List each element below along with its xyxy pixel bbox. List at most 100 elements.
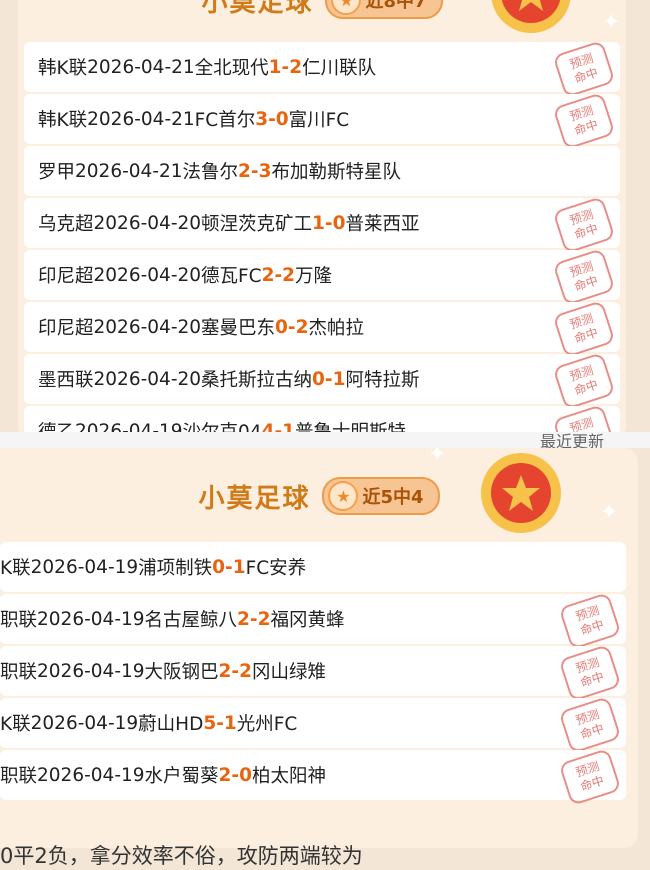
home-score: 0 — [212, 556, 226, 578]
match-row[interactable]: 乌克超 2026-04-20 顿涅茨克矿工 1 - 0 普莱西亚 预测 命中 — [24, 196, 620, 254]
record-badge: ★ 近5中4 — [322, 477, 440, 515]
match-date: 2026-04-19 — [37, 660, 145, 682]
hit-stamp: 预测命中 — [552, 196, 616, 254]
hit-stamp: 预测命中 — [552, 92, 616, 150]
home-score: 1 — [312, 212, 325, 234]
match-row[interactable]: 印尼超 2026-04-20 德瓦FC 2 - 2 万隆 预测 命中 — [24, 248, 620, 306]
record-badge-label: 近8中7 — [365, 0, 427, 12]
home-score: 2 — [238, 160, 251, 182]
match-date: 2026-04-21 — [87, 108, 195, 130]
away-team: 光州FC — [236, 714, 298, 735]
away-team: 福冈黄蜂 — [270, 610, 345, 631]
prediction-card-1: 小莫足球 ★ 近8中7 ✦ 韩K联 2026-04-21 全北现代 1 - 2 仁川… — [18, 0, 626, 440]
score-separator: - — [231, 660, 240, 682]
match-row[interactable]: K联 2026-04-19 浦项制铁 0 - 1 FC安养 — [0, 542, 626, 592]
away-team: 杰帕拉 — [308, 318, 364, 339]
hit-stamp: 预测命中 — [558, 644, 622, 702]
match-date: 2026-04-21 — [87, 56, 195, 78]
star-icon: ★ — [331, 0, 362, 15]
score-separator: - — [287, 316, 296, 338]
match-league: 罗甲 — [38, 162, 76, 183]
home-team: 塞曼巴东 — [201, 318, 276, 339]
match-row[interactable]: 韩K联 2026-04-21 FC首尔 3 - 0 富川FC 预测 命中 — [24, 92, 620, 150]
hit-stamp: 预测命中 — [558, 592, 622, 650]
away-team: FC安养 — [245, 558, 307, 579]
divider-strip: 最近更新 — [0, 432, 650, 448]
away-score: 2 — [295, 316, 309, 338]
score-separator: - — [231, 764, 240, 786]
home-team: 浦项制铁 — [138, 558, 213, 579]
match-row[interactable]: 职联 2026-04-19 水户蜀葵 2 - 0 柏太阳神 预测 命中 — [0, 748, 626, 806]
away-score: 1 — [232, 556, 246, 578]
match-league: K联 — [0, 714, 31, 735]
home-team: 全北现代 — [194, 58, 269, 79]
card-title: 小莫足球 — [201, 0, 314, 18]
match-row[interactable]: 罗甲 2026-04-21 法鲁尔 2 - 3 布加勒斯特星队 — [24, 146, 620, 196]
score-separator: - — [281, 56, 290, 78]
score-separator: - — [324, 212, 333, 234]
home-score: 3 — [255, 108, 269, 130]
away-team: 普莱西亚 — [345, 214, 420, 235]
away-team: 柏太阳神 — [251, 766, 326, 787]
score-separator: - — [324, 368, 333, 390]
hit-stamp: 预测命中 — [552, 352, 616, 410]
home-score: 2 — [218, 660, 232, 682]
card-title: 小莫足球 — [198, 483, 311, 514]
score-separator: - — [249, 608, 258, 630]
home-score: 0 — [275, 316, 288, 338]
away-score: 1 — [223, 712, 237, 734]
hit-stamp: 预测命中 — [558, 748, 622, 806]
home-team: 德瓦FC — [201, 266, 262, 287]
match-row[interactable]: K联 2026-04-19 蔚山HD 5 - 1 光州FC 预测 命中 — [0, 696, 626, 754]
prediction-card-2: 小莫足球 ★ 近5中4 ✦ ✦ K联 2026-04-19 浦项制铁 0 - 1F… — [0, 448, 638, 848]
score-separator: - — [268, 108, 276, 130]
match-date: 2026-04-19 — [30, 712, 139, 734]
hit-stamp: 预测命中 — [552, 248, 616, 306]
match-list: 韩K联 2026-04-21 全北现代 1 - 2 仁川联队 预测 命中韩K联 2026… — [24, 40, 620, 440]
medal-icon — [481, 453, 561, 533]
star-icon: ★ — [328, 481, 359, 511]
match-league: 韩K联 — [38, 110, 88, 131]
match-league: 印尼超 — [38, 266, 94, 287]
match-date: 2026-04-20 — [93, 368, 202, 390]
home-score: 2 — [261, 264, 275, 286]
away-score: 2 — [282, 264, 296, 286]
home-score: 2 — [218, 764, 232, 786]
match-league: 墨西联 — [38, 370, 94, 391]
away-score: 2 — [239, 660, 252, 682]
match-row[interactable]: 职联 2026-04-19 大阪钢巴 2 - 2 冈山绿雉 预测 命中 — [0, 644, 626, 702]
match-row[interactable]: 职联 2026-04-19 名古屋鲸八 2 - 2 福冈黄蜂 预测 命中 — [0, 592, 626, 650]
away-team: 阿特拉斯 — [345, 370, 420, 391]
match-date: 2026-04-20 — [93, 264, 202, 286]
home-team: 蔚山HD — [138, 714, 204, 735]
away-score: 1 — [332, 368, 346, 390]
away-score: 2 — [289, 56, 303, 78]
score-separator: - — [250, 160, 259, 182]
home-team: FC首尔 — [194, 110, 256, 131]
record-badge: ★ 近8中7 — [325, 0, 443, 19]
match-row[interactable]: 印尼超 2026-04-20 塞曼巴东 0 - 2 杰帕拉 预测 命中 — [24, 300, 620, 358]
match-league: 职联 — [0, 766, 38, 787]
home-team: 桑托斯拉古纳 — [201, 370, 313, 391]
match-league: 印尼超 — [38, 318, 94, 339]
hit-stamp: 预测命中 — [558, 696, 622, 754]
match-league: 乌克超 — [38, 214, 94, 235]
match-date: 2026-04-20 — [93, 316, 202, 338]
match-row[interactable]: 墨西联 2026-04-20 桑托斯拉古纳 0 - 1 阿特拉斯 预测 命中 — [24, 352, 620, 410]
away-team: 富川FC — [288, 110, 350, 131]
home-score: 0 — [312, 368, 325, 390]
home-score: 5 — [203, 712, 217, 734]
match-row[interactable]: 韩K联 2026-04-21 全北现代 1 - 2 仁川联队 预测 命中 — [24, 40, 620, 98]
home-score: 1 — [268, 56, 282, 78]
sparkle-icon: ✦ — [428, 448, 447, 467]
score-separator: - — [225, 556, 233, 578]
home-team: 大阪钢巴 — [144, 662, 219, 683]
home-team: 顿涅茨克矿工 — [201, 214, 313, 235]
sparkle-icon: ✦ — [602, 10, 621, 35]
away-score: 0 — [332, 212, 346, 234]
score-separator: - — [274, 264, 283, 286]
away-score: 3 — [258, 160, 272, 182]
home-score: 2 — [237, 608, 250, 630]
match-date: 2026-04-19 — [37, 764, 145, 786]
update-label: 最近更新 — [540, 432, 605, 448]
